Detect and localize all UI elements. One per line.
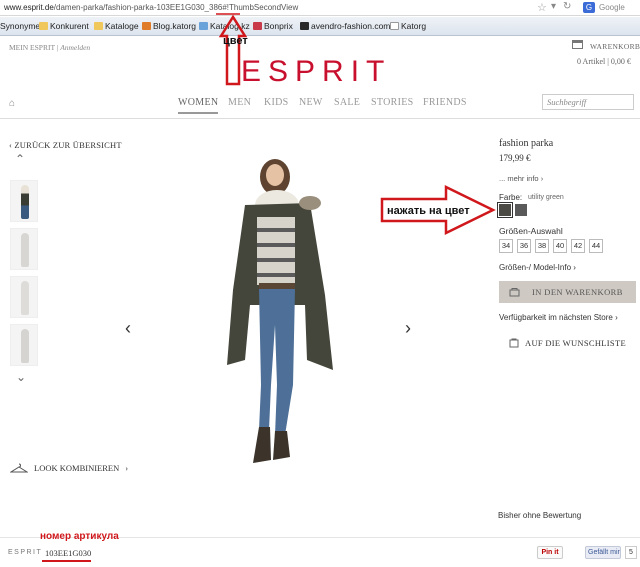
annotation-overlay (216, 13, 496, 236)
annotation-article-number: номер артикула (40, 531, 119, 542)
annotation-click-color: нажать на цвет (387, 205, 470, 217)
annotation-article-underline (42, 560, 91, 562)
annotation-up-arrow (218, 14, 248, 86)
annotation-color-label: цвет (223, 35, 248, 47)
